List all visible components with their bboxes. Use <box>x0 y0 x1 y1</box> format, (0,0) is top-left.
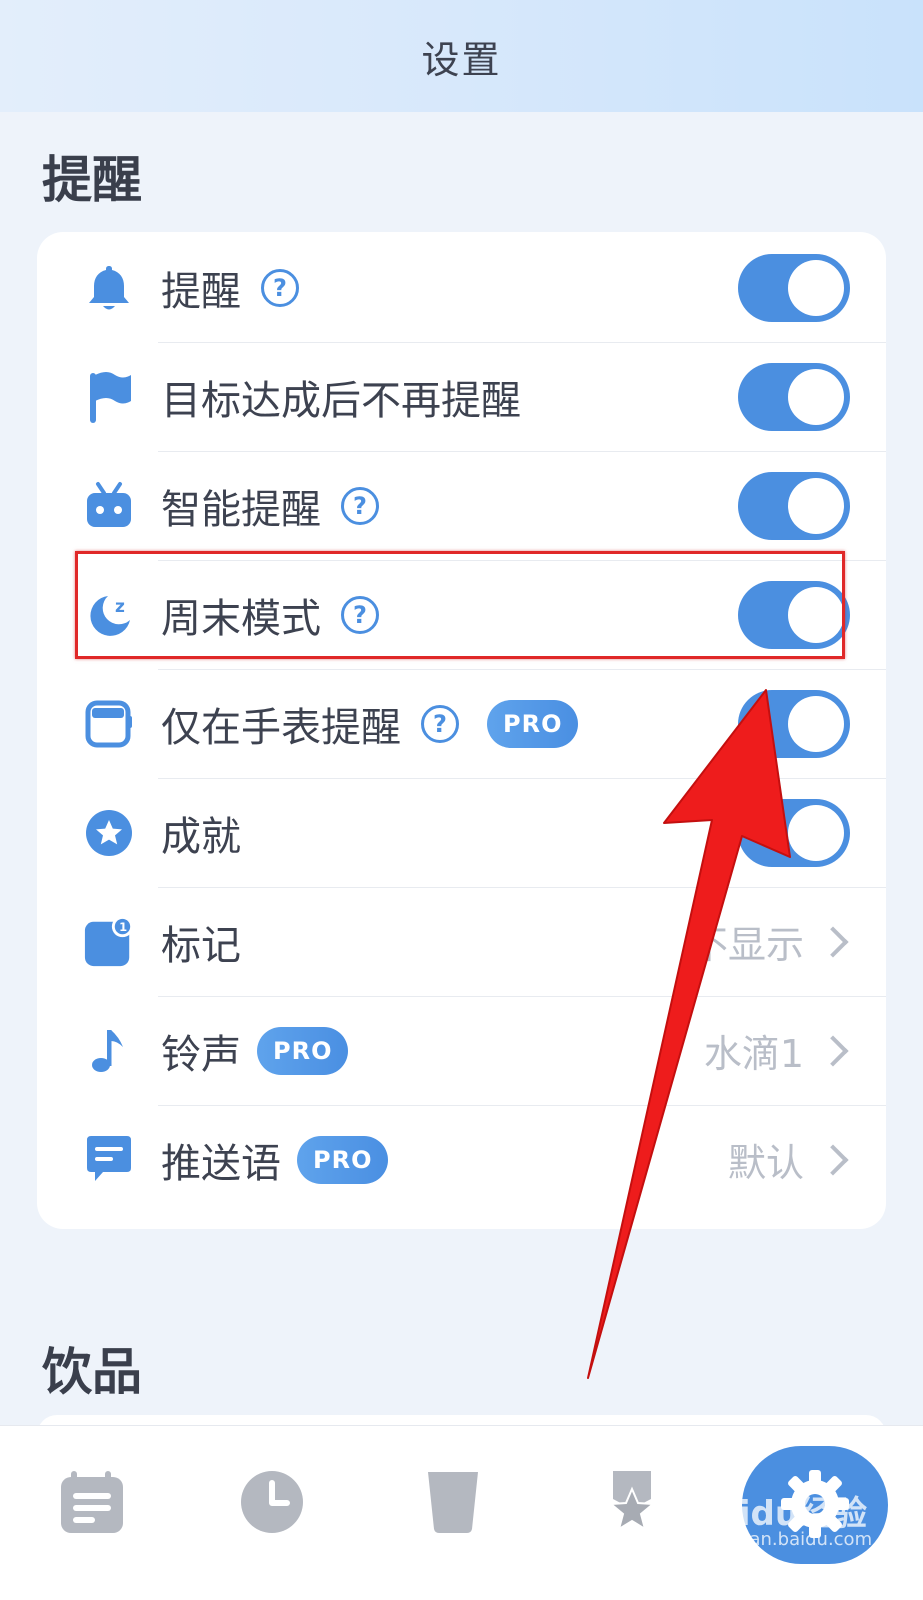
chevron-right-icon <box>817 925 849 958</box>
annotation-highlight-box <box>75 551 845 659</box>
row-smart-reminder[interactable]: 智能提醒 ? <box>37 450 886 561</box>
chevron-right-icon <box>817 1143 849 1176</box>
help-icon[interactable]: ? <box>261 268 299 307</box>
star-icon <box>608 1471 656 1532</box>
row-label: 目标达成后不再提醒 <box>161 377 521 424</box>
row-label: 铃声 <box>161 1031 241 1078</box>
row-label: 智能提醒 <box>161 486 321 533</box>
toggle-knob <box>788 805 844 861</box>
bell-icon <box>83 262 135 314</box>
section-title-reminder: 提醒 <box>42 151 142 209</box>
row-watch-only[interactable]: 仅在手表提醒 ? PRO <box>37 668 886 779</box>
badge-count: 1 <box>119 920 127 934</box>
row-push-message[interactable]: 推送语 PRO 默认 <box>37 1104 886 1215</box>
row-reminder[interactable]: 提醒 ? <box>37 232 886 343</box>
row-stop-after-goal[interactable]: 目标达成后不再提醒 <box>37 341 886 452</box>
smart-reminder-toggle[interactable] <box>738 472 850 540</box>
badge-mark-value: 不显示 <box>689 923 804 967</box>
row-badge-mark[interactable]: 1 标记 不显示 <box>37 886 886 997</box>
badge-mark-icon: 1 <box>83 916 135 968</box>
watch-icon <box>83 698 135 750</box>
help-icon[interactable]: ? <box>341 486 379 525</box>
ringtone-value: 水滴1 <box>703 1032 804 1076</box>
row-label: 仅在手表提醒 <box>161 704 401 751</box>
watermark-brand: Baidu经验 <box>690 1494 868 1534</box>
watermark-url: jingyan.baidu.com <box>706 1529 873 1550</box>
list-icon <box>61 1471 123 1533</box>
achievements-toggle[interactable] <box>738 799 850 867</box>
toggle-knob <box>788 260 844 316</box>
push-message-value: 默认 <box>727 1141 804 1185</box>
row-label: 成就 <box>161 813 241 860</box>
reminder-settings-card: 提醒 ? 目标达成后不再提醒 智能提醒 ? z 周末模式 ? 仅在手表提醒 ? … <box>37 232 886 1229</box>
toggle-knob <box>788 478 844 534</box>
page-title: 设置 <box>421 37 502 82</box>
row-label: 提醒 <box>161 268 241 315</box>
star-badge-icon <box>83 807 135 859</box>
pro-badge: PRO <box>297 1135 389 1184</box>
clock-icon <box>241 1471 303 1533</box>
row-label: 标记 <box>161 922 241 969</box>
tab-achievements[interactable] <box>592 1462 672 1542</box>
chevron-right-icon <box>817 1034 849 1067</box>
row-label: 推送语 <box>161 1140 281 1187</box>
robot-icon <box>83 480 135 532</box>
section-title-drinks: 饮品 <box>42 1343 142 1401</box>
music-note-icon <box>83 1025 135 1077</box>
flag-icon <box>83 371 135 423</box>
toggle-knob <box>788 696 844 752</box>
cup-icon <box>428 1472 478 1533</box>
tab-drink[interactable] <box>413 1462 493 1542</box>
reminder-toggle[interactable] <box>738 254 850 322</box>
chat-icon <box>83 1134 135 1186</box>
help-icon[interactable]: ? <box>421 704 459 743</box>
row-achievements[interactable]: 成就 <box>37 777 886 888</box>
tab-history[interactable] <box>232 1462 312 1542</box>
watch-only-toggle[interactable] <box>738 690 850 758</box>
stop-after-goal-toggle[interactable] <box>738 363 850 431</box>
tab-records[interactable] <box>52 1462 132 1542</box>
bottom-tab-bar: Baidu经验 jingyan.baidu.com <box>0 1425 923 1600</box>
row-ringtone[interactable]: 铃声 PRO 水滴1 <box>37 995 886 1106</box>
pro-badge: PRO <box>487 699 579 748</box>
pro-badge: PRO <box>257 1026 349 1075</box>
toggle-knob <box>788 369 844 425</box>
top-bar: 设置 <box>0 0 923 112</box>
